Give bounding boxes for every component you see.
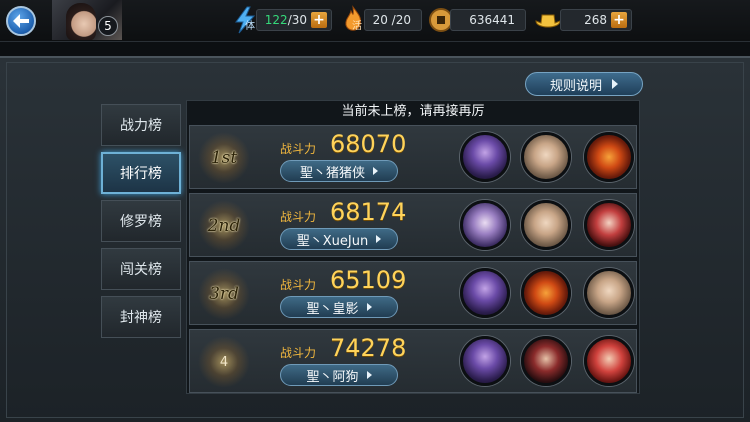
tab-asura[interactable]: 修罗榜: [101, 200, 181, 242]
power-value: 65109: [330, 266, 407, 294]
player-avatar[interactable]: 5: [52, 0, 122, 40]
coin-value: 636441: [469, 13, 515, 27]
stamina-value: 122: [264, 13, 288, 27]
rank-text: 2nd: [207, 216, 241, 236]
player-name-button[interactable]: 聖丶XueJun: [280, 228, 398, 250]
purple-demon-hero-icon[interactable]: [460, 132, 510, 182]
player-name-button[interactable]: 聖丶阿狗: [280, 364, 398, 386]
play-arrow-icon: [373, 167, 378, 175]
play-arrow-icon: [376, 235, 382, 243]
red-girl-hero-icon[interactable]: [584, 336, 634, 386]
power-value: 68070: [330, 130, 407, 158]
ranking-list: 当前未上榜，请再接再厉 1st 战斗力 68070 聖丶猪猪侠 2nd 战斗力 …: [186, 100, 640, 394]
back-button[interactable]: [6, 6, 36, 36]
player-name: 聖丶阿狗: [306, 369, 359, 385]
fire-beast-hero-icon[interactable]: [584, 132, 634, 182]
power-label: 战斗力: [280, 142, 317, 156]
tab-combat-power[interactable]: 战力榜: [101, 104, 181, 146]
player-portrait: [66, 3, 96, 40]
play-arrow-icon: [366, 371, 372, 379]
rules-button[interactable]: 规则说明: [525, 72, 643, 96]
rank-badge: 1st: [196, 130, 252, 186]
player-name-button[interactable]: 聖丶猪猪侠: [280, 160, 398, 182]
player-level-badge: 5: [98, 16, 118, 36]
stamina-add-button[interactable]: +: [311, 12, 327, 28]
stamina-max: /30: [287, 13, 307, 27]
rank-badge: 2nd: [196, 198, 252, 254]
white-hair-hero-icon[interactable]: [584, 268, 634, 318]
leaderboard-tabs: 战力榜 排行榜 修罗榜 闯关榜 封神榜: [101, 104, 181, 344]
rules-button-label: 规则说明: [549, 78, 602, 94]
coin-counter: 636441: [450, 9, 526, 31]
gold-ingot-icon: [535, 14, 561, 28]
vitality-value: 20 /20: [372, 13, 411, 27]
white-hair-hero-icon[interactable]: [521, 132, 571, 182]
player-name-button[interactable]: 聖丶皇影: [280, 296, 398, 318]
ranking-row[interactable]: 1st 战斗力 68070 聖丶猪猪侠: [189, 125, 637, 189]
ingot-counter: 268 +: [560, 9, 632, 31]
ingot-value: 268: [584, 13, 607, 27]
crimson-warrior-hero-icon[interactable]: [521, 336, 571, 386]
top-bar: 5 体 122/30 + 活 20 /20 636441 268 +: [0, 0, 750, 42]
white-hair-hero-icon[interactable]: [521, 200, 571, 250]
purple-demon-hero-icon[interactable]: [460, 268, 510, 318]
rank-badge: 3rd: [196, 266, 252, 322]
power-value: 68174: [330, 198, 407, 226]
tab-ranking[interactable]: 排行榜: [101, 152, 181, 194]
ranking-row[interactable]: 4 战斗力 74278 聖丶阿狗: [189, 329, 637, 393]
player-name: 聖丶皇影: [306, 301, 359, 317]
play-arrow-icon: [366, 303, 372, 311]
player-name: 聖丶猪猪侠: [299, 165, 365, 181]
red-lady-hero-icon[interactable]: [584, 200, 634, 250]
ingot-add-button[interactable]: +: [611, 12, 627, 28]
play-arrow-icon: [612, 79, 618, 89]
power-label: 战斗力: [280, 210, 317, 224]
power-label: 战斗力: [280, 346, 317, 360]
rank-text: 4: [219, 354, 229, 370]
ranking-row[interactable]: 2nd 战斗力 68174 聖丶XueJun: [189, 193, 637, 257]
rank-text: 1st: [210, 148, 238, 168]
fire-beast-hero-icon[interactable]: [521, 268, 571, 318]
rank-text: 3rd: [209, 284, 239, 304]
purple-demon-hero-icon[interactable]: [460, 336, 510, 386]
stamina-char: 体: [245, 21, 255, 32]
lavender-maiden-hero-icon[interactable]: [460, 200, 510, 250]
tab-deity[interactable]: 封神榜: [101, 296, 181, 338]
rank-badge: 4: [196, 334, 252, 390]
vitality-counter: 20 /20: [364, 9, 422, 31]
vitality-char: 活: [352, 21, 362, 32]
back-arrow-icon: [13, 14, 29, 28]
player-name: 聖丶XueJun: [296, 233, 369, 249]
power-label: 战斗力: [280, 278, 317, 292]
ranking-row[interactable]: 3rd 战斗力 65109 聖丶皇影: [189, 261, 637, 325]
tab-stage[interactable]: 闯关榜: [101, 248, 181, 290]
rank-notice: 当前未上榜，请再接再厉: [341, 104, 485, 119]
power-value: 74278: [330, 334, 407, 362]
stamina-counter: 122/30 +: [256, 9, 332, 31]
